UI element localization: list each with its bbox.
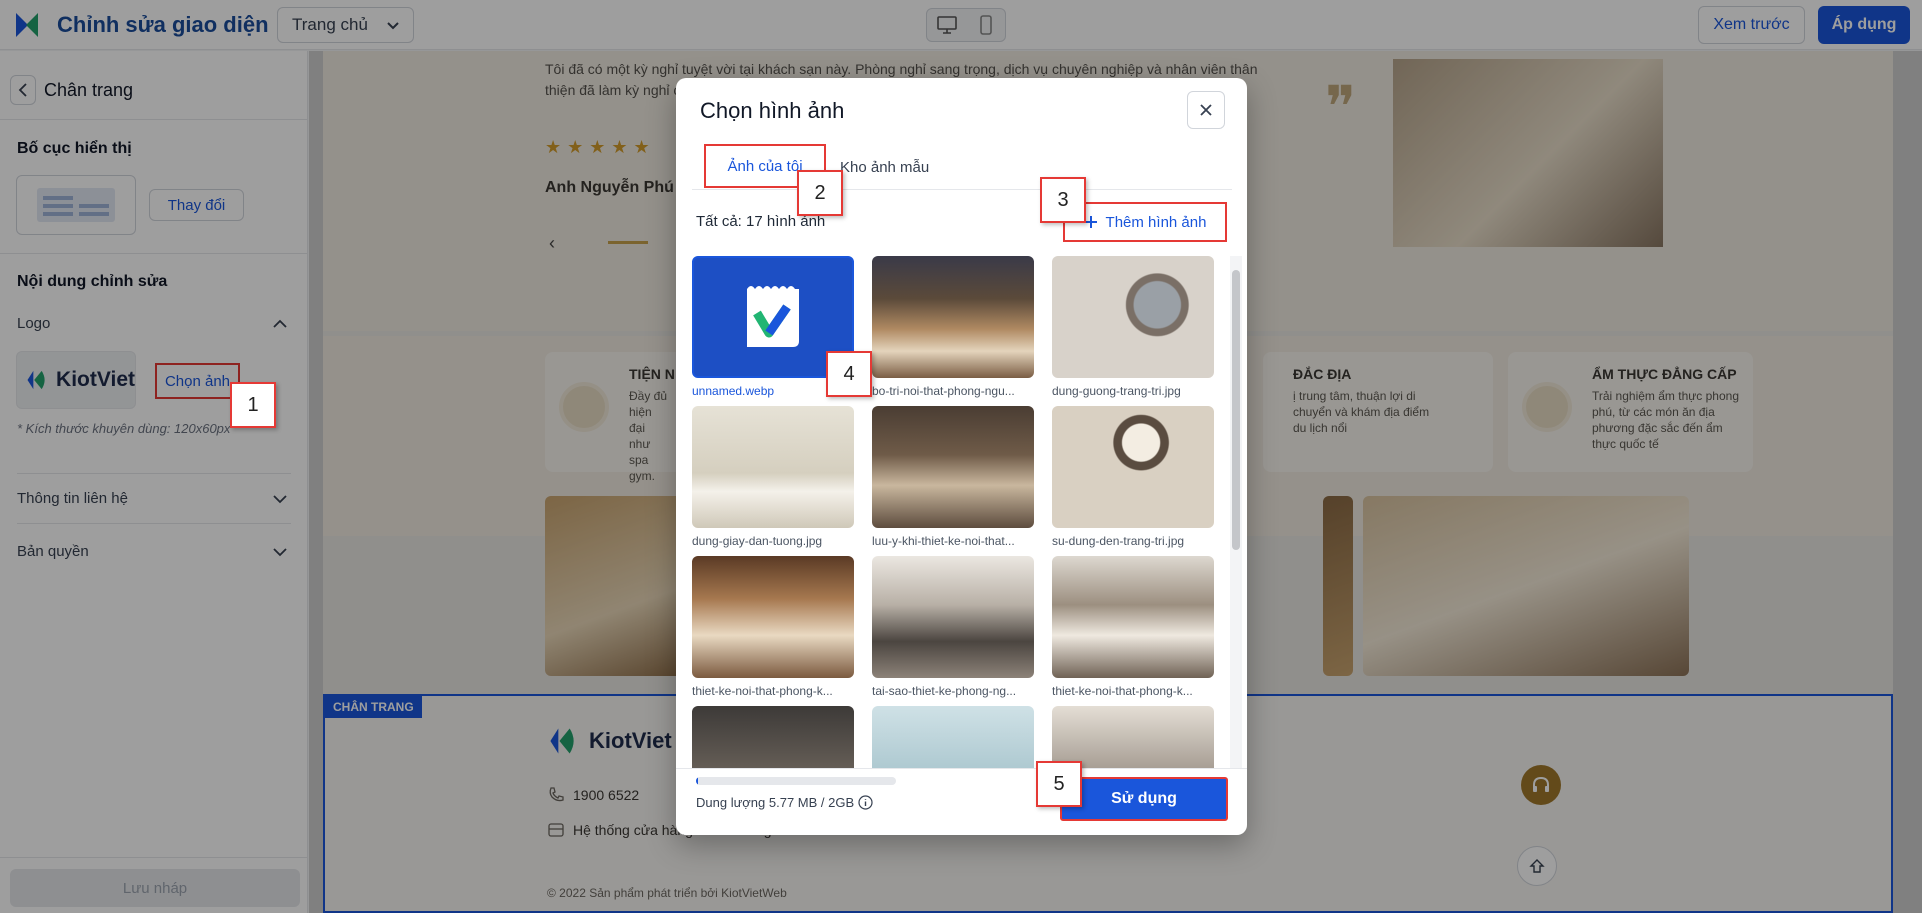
- image-tile[interactable]: bo-tri-noi-that-phong-ngu...: [872, 256, 1034, 398]
- annotation-marker: 3: [1040, 177, 1086, 223]
- annotation-marker: 2: [797, 170, 843, 216]
- image-tile[interactable]: [1052, 706, 1214, 768]
- image-thumbnail: [872, 706, 1034, 768]
- image-thumbnail: [692, 556, 854, 678]
- image-tile[interactable]: tai-sao-thiet-ke-phong-ng...: [872, 556, 1034, 698]
- image-tile[interactable]: su-dung-den-trang-tri.jpg: [1052, 406, 1214, 548]
- image-tile[interactable]: [692, 706, 854, 768]
- annotation-marker: 5: [1036, 761, 1082, 807]
- image-grid: unnamed.webp bo-tri-noi-that-phong-ngu..…: [692, 256, 1222, 768]
- image-name: su-dung-den-trang-tri.jpg: [1052, 534, 1185, 548]
- image-name: tai-sao-thiet-ke-phong-ng...: [872, 684, 1017, 698]
- image-thumbnail: [1052, 556, 1214, 678]
- modal-title: Chọn hình ảnh: [700, 98, 845, 123]
- image-name: dung-giay-dan-tuong.jpg: [692, 534, 823, 548]
- annotation-marker: 1: [230, 382, 276, 428]
- close-icon: [1200, 104, 1212, 116]
- image-thumbnail: [1052, 406, 1214, 528]
- image-tile[interactable]: dung-giay-dan-tuong.jpg: [692, 406, 854, 548]
- image-name: luu-y-khi-thiet-ke-noi-that...: [872, 534, 1015, 548]
- scroll-thumb[interactable]: [1232, 270, 1240, 550]
- image-name: bo-tri-noi-that-phong-ngu...: [872, 384, 1015, 398]
- modal-tabs: Ảnh của tôi Kho ảnh mẫu: [692, 144, 1232, 190]
- add-image-label: Thêm hình ảnh: [1105, 213, 1207, 231]
- grid-scrollbar[interactable]: [1230, 256, 1242, 768]
- close-button[interactable]: [1187, 91, 1225, 129]
- add-image-button[interactable]: Thêm hình ảnh: [1063, 202, 1227, 242]
- image-thumbnail: [872, 556, 1034, 678]
- use-image-button[interactable]: Sử dụng: [1060, 777, 1228, 821]
- info-icon[interactable]: [858, 795, 873, 810]
- image-tile[interactable]: dung-guong-trang-tri.jpg: [1052, 256, 1214, 398]
- image-tile[interactable]: thiet-ke-noi-that-phong-k...: [1052, 556, 1214, 698]
- image-thumbnail: [872, 406, 1034, 528]
- image-thumbnail: [872, 256, 1034, 378]
- image-tile[interactable]: thiet-ke-noi-that-phong-k...: [692, 556, 854, 698]
- image-tile[interactable]: [872, 706, 1034, 768]
- storage-text: Dung lượng 5.77 MB / 2GB: [696, 795, 855, 810]
- image-thumbnail: [1052, 256, 1214, 378]
- image-picker-modal: Chọn hình ảnh Ảnh của tôi Kho ảnh mẫu Tấ…: [676, 78, 1247, 835]
- image-name: dung-guong-trang-tri.jpg: [1052, 384, 1181, 398]
- image-name: thiet-ke-noi-that-phong-k...: [692, 684, 833, 698]
- storage-bar: [696, 777, 896, 785]
- image-thumbnail: [692, 706, 854, 768]
- image-thumbnail: [692, 406, 854, 528]
- storage-fill: [696, 777, 698, 785]
- image-tile[interactable]: luu-y-khi-thiet-ke-noi-that...: [872, 406, 1034, 548]
- kiotviet-app-icon: [747, 286, 799, 347]
- image-thumbnail: [1052, 706, 1214, 768]
- annotation-marker: 4: [826, 351, 872, 397]
- modal-footer: Dung lượng 5.77 MB / 2GB Sử dụng: [676, 768, 1247, 835]
- tab-sample-library[interactable]: Kho ảnh mẫu: [840, 144, 929, 190]
- storage-usage: Dung lượng 5.77 MB / 2GB: [696, 795, 873, 810]
- image-name: thiet-ke-noi-that-phong-k...: [1052, 684, 1193, 698]
